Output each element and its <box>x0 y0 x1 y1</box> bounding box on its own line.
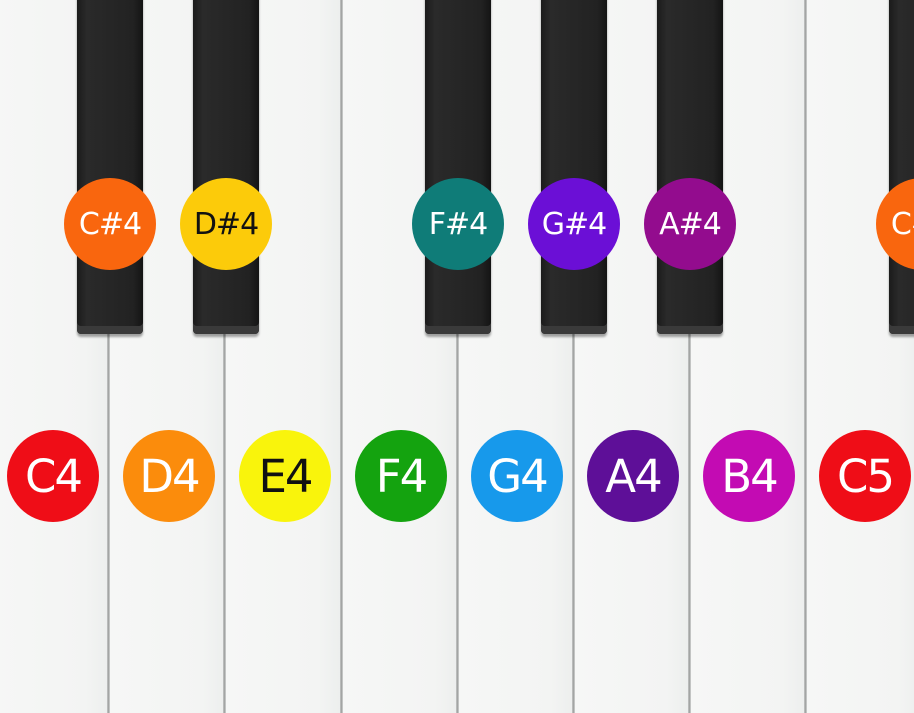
note-badge-e4: E4 <box>239 430 331 522</box>
black-key-dsharp4[interactable] <box>193 0 259 334</box>
key-divider <box>804 0 807 713</box>
note-badge-csharp4: C#4 <box>64 178 156 270</box>
note-badge-asharp4: A#4 <box>644 178 736 270</box>
note-badge-a4: A4 <box>587 430 679 522</box>
note-badge-d4: D4 <box>123 430 215 522</box>
black-key-csharp4[interactable] <box>77 0 143 334</box>
black-key-gsharp4[interactable] <box>541 0 607 334</box>
piano-keyboard: C4 D4 E4 F4 G4 A4 B4 C5 C#4 D#4 F#4 G#4 … <box>0 0 914 713</box>
black-key-fsharp4[interactable] <box>425 0 491 334</box>
key-divider <box>340 0 343 713</box>
note-badge-dsharp4: D#4 <box>180 178 272 270</box>
note-badge-c4: C4 <box>7 430 99 522</box>
note-badge-f4: F4 <box>355 430 447 522</box>
note-badge-fsharp4: F#4 <box>412 178 504 270</box>
note-badge-b4: B4 <box>703 430 795 522</box>
note-badge-g4: G4 <box>471 430 563 522</box>
black-key-asharp4[interactable] <box>657 0 723 334</box>
note-badge-gsharp4: G#4 <box>528 178 620 270</box>
black-key-csharp5[interactable] <box>889 0 914 334</box>
note-badge-c5: C5 <box>819 430 911 522</box>
